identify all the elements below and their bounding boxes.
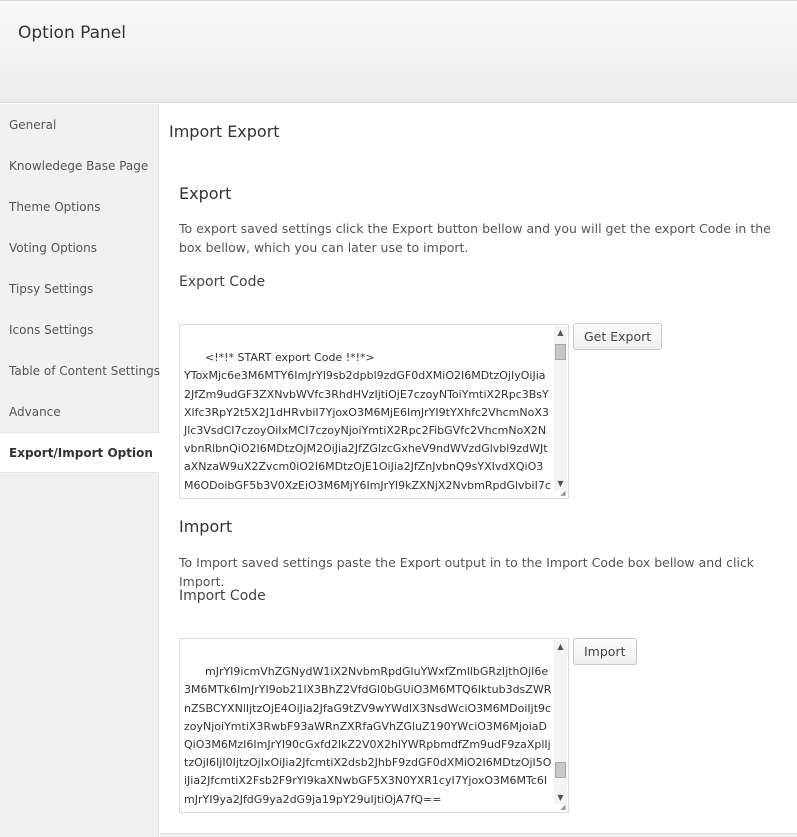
scroll-thumb[interactable]	[555, 762, 566, 778]
import-code-scrollbar[interactable]: ▲ ▼	[554, 640, 567, 804]
import-code-textarea[interactable]: mJrYI9icmVhZGNydW1iX2NvbmRpdGluYWxfZmllb…	[179, 638, 569, 813]
panel-header: Option Panel	[0, 1, 797, 103]
scroll-thumb[interactable]	[555, 344, 566, 360]
sidebar-item-voting-options[interactable]: Voting Options	[0, 227, 158, 268]
resize-grip-icon[interactable]: ◢	[559, 803, 567, 811]
option-panel: Option Panel General Knowledege Base Pag…	[0, 0, 797, 837]
panel-title: Option Panel	[18, 23, 127, 43]
export-heading: Export	[179, 184, 232, 203]
export-code-label: Export Code	[179, 274, 266, 290]
sidebar-item-export-import-option[interactable]: Export/Import Option	[0, 432, 159, 473]
sidebar-item-icons-settings[interactable]: Icons Settings	[0, 309, 158, 350]
resize-grip-icon[interactable]: ◢	[559, 489, 567, 497]
scroll-up-icon[interactable]: ▲	[554, 326, 567, 339]
get-export-button[interactable]: Get Export	[573, 323, 663, 350]
sidebar-nav: General Knowledege Base Page Theme Optio…	[0, 104, 160, 837]
section-title: Import Export	[169, 122, 280, 141]
bottom-border	[160, 833, 797, 837]
import-description: To Import saved settings paste the Expor…	[179, 555, 755, 589]
sidebar-item-tipsy-settings[interactable]: Tipsy Settings	[0, 268, 158, 309]
sidebar-item-advance[interactable]: Advance	[0, 391, 158, 432]
scroll-up-icon[interactable]: ▲	[554, 640, 567, 653]
export-code-text: <!*!* START export Code !*!*> YToxMjc6e3…	[184, 351, 551, 498]
main-content: Import Export Export To export saved set…	[160, 104, 797, 837]
sidebar-item-general[interactable]: General	[0, 104, 158, 145]
import-button[interactable]: Import	[573, 638, 637, 665]
sidebar-item-knowledge-base-page[interactable]: Knowledege Base Page	[0, 145, 158, 186]
export-code-scrollbar[interactable]: ▲ ▼	[554, 326, 567, 490]
sidebar-item-table-of-content-settings[interactable]: Table of Content Settings	[0, 350, 160, 391]
export-description: To export saved settings click the Expor…	[179, 221, 771, 255]
export-code-textarea[interactable]: <!*!* START export Code !*!*> YToxMjc6e3…	[179, 324, 569, 499]
import-heading: Import	[179, 517, 233, 536]
import-code-label: Import Code	[179, 588, 266, 604]
sidebar-item-theme-options[interactable]: Theme Options	[0, 186, 158, 227]
import-code-text: mJrYI9icmVhZGNydW1iX2NvbmRpdGluYWxfZmllb…	[184, 665, 552, 812]
